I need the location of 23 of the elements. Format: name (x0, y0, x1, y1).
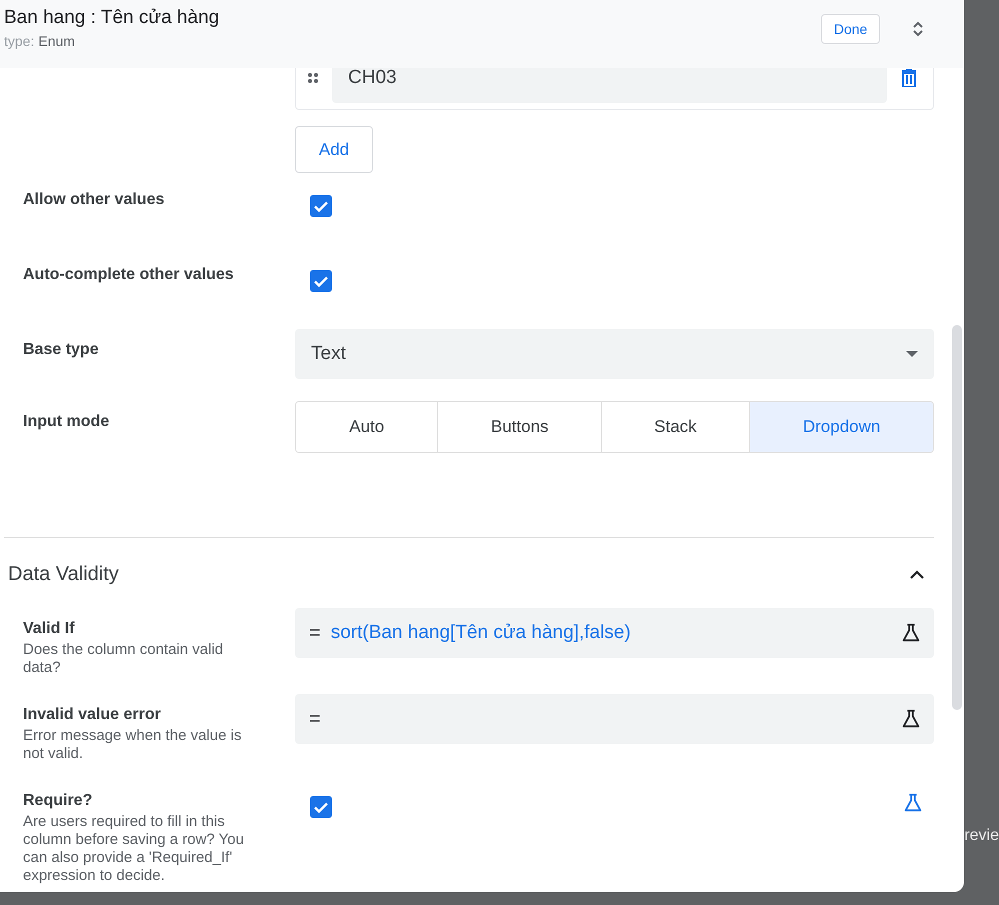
mode-tab[interactable]: Auto (296, 402, 438, 452)
setting-label: Valid If (23, 620, 76, 638)
background-text: revie (964, 827, 999, 845)
base-type-dropdown[interactable]: Text (295, 329, 934, 379)
done-button[interactable]: Done (820, 14, 880, 44)
add-button[interactable]: Add (295, 126, 373, 173)
setting-label: Auto-complete other values (23, 266, 235, 284)
setting-label: Input mode (23, 413, 110, 431)
setting-label: Base type (23, 341, 100, 359)
option-field[interactable]: CH03 (332, 68, 888, 103)
setting-label: Allow other values (23, 191, 166, 209)
type-value: Enum (38, 33, 75, 49)
setting-description: Does the column contain valid data? (23, 641, 224, 677)
setting-description: Error message when the value is not valid. (23, 727, 242, 763)
setting-label: Require? (23, 792, 94, 810)
setting-description: Are users required to fill in this column before saving a row? You can also provide a 'Required_If' expression to decide. (23, 813, 245, 885)
formula-field[interactable]: = sort(Ban hang[Tên cửa hàng],false) (295, 608, 934, 658)
mode-tab[interactable]: Dropdown (750, 402, 934, 452)
setting-label: Invalid value error (23, 706, 162, 724)
section-title: Data Validity (8, 562, 119, 586)
dialog-title: Ban hang : Tên cửa hàng (4, 7, 220, 29)
type-label: type: (4, 33, 34, 49)
formula-field[interactable]: = (295, 694, 934, 744)
